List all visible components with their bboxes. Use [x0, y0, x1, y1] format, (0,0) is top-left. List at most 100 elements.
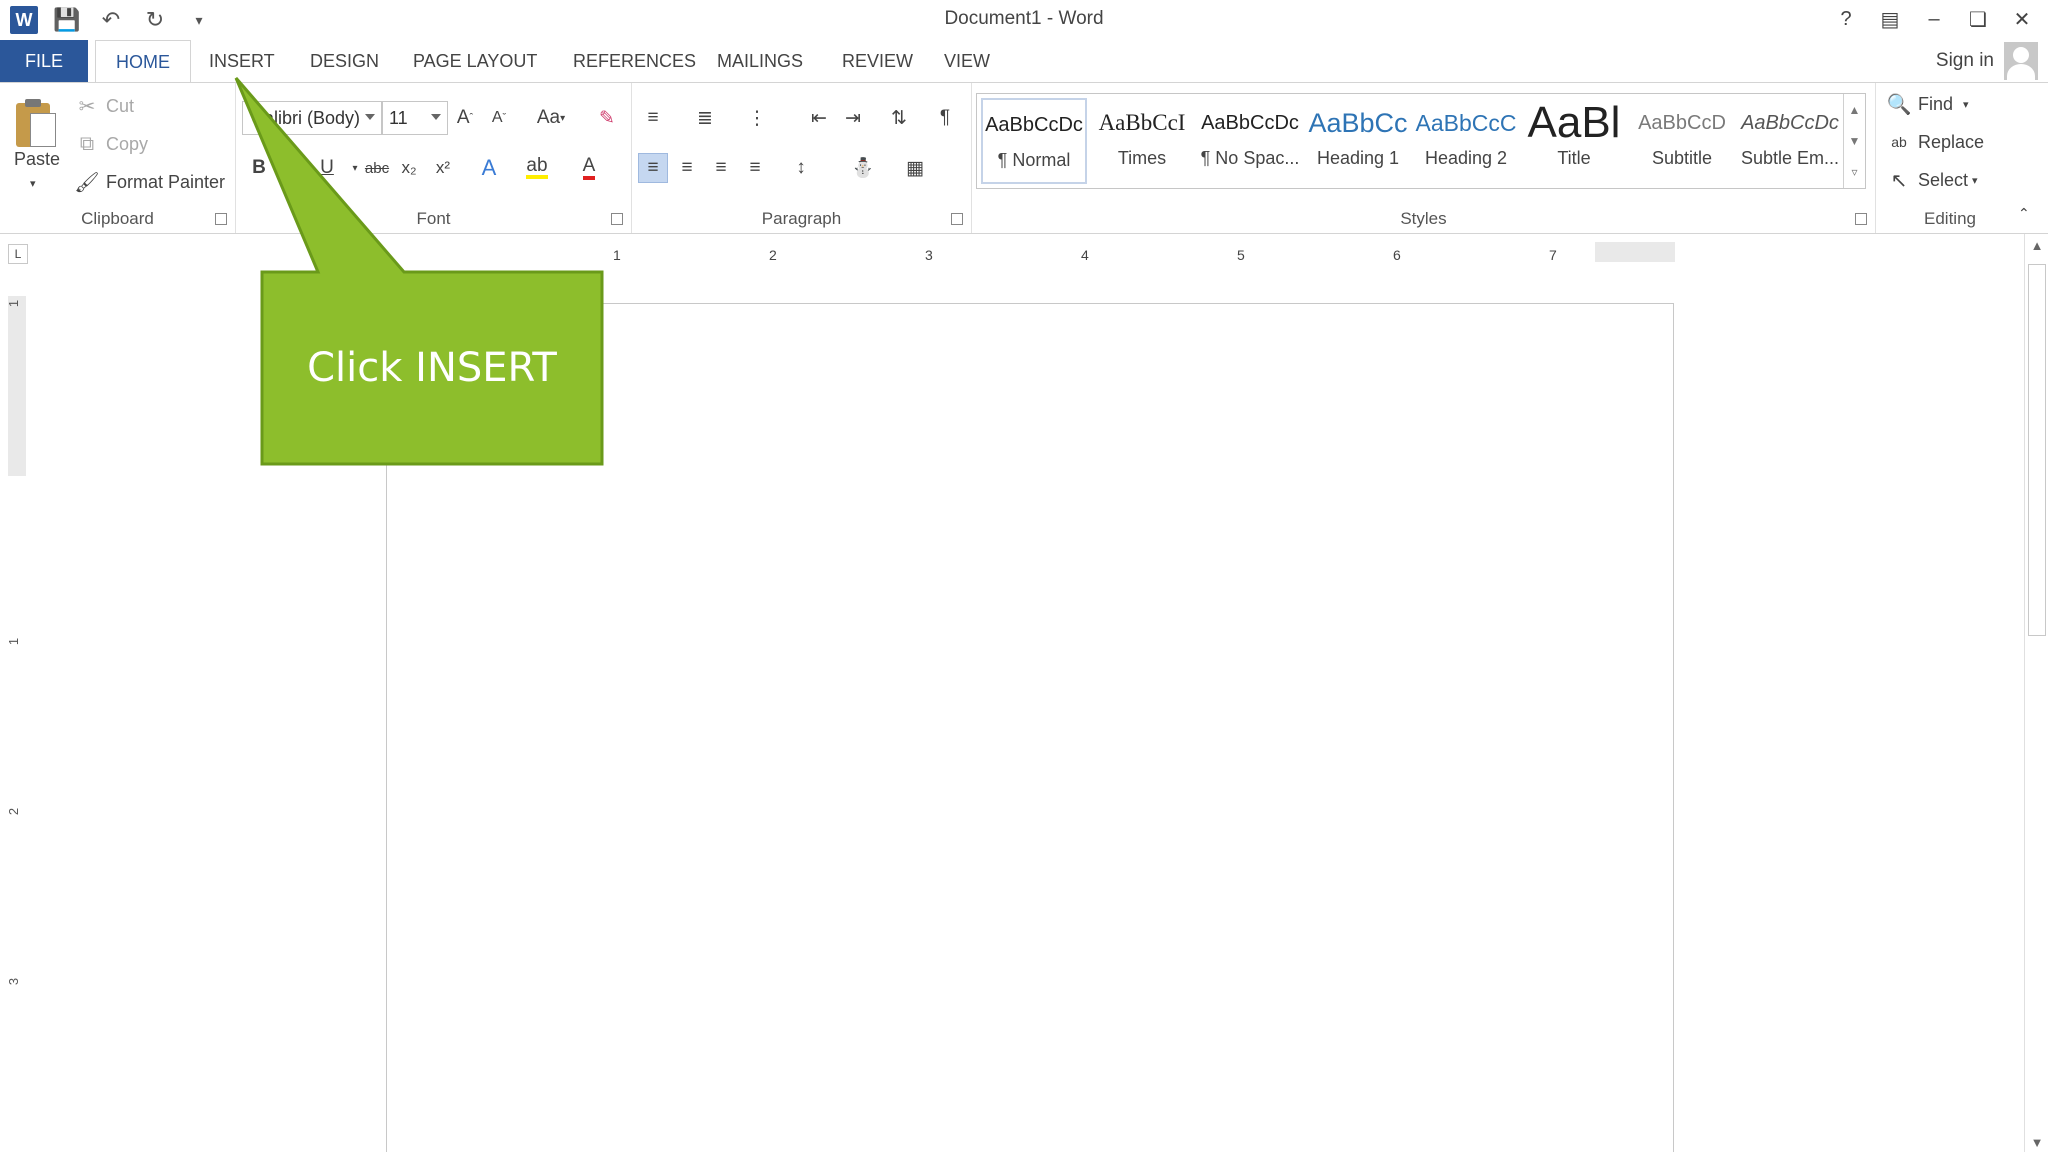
restore-icon[interactable]: ❏	[1960, 4, 1996, 34]
vertical-ruler[interactable]: 1 1 2 3	[6, 296, 26, 1152]
justify-icon[interactable]: ≡	[740, 153, 770, 183]
font-group-label: Font	[416, 209, 451, 228]
find-button[interactable]: 🔍 Find ▾	[1886, 91, 1969, 117]
align-left-icon[interactable]: ≡	[638, 153, 668, 183]
cursor-icon: ↖	[1890, 169, 1908, 192]
vertical-scrollbar[interactable]: ▲ ▼	[2024, 234, 2048, 1152]
line-spacing-icon[interactable]: ↕	[786, 153, 816, 183]
strikethrough-button[interactable]: abc	[362, 153, 392, 183]
tab-home[interactable]: HOME	[95, 40, 191, 83]
bullets-icon[interactable]: ≡	[638, 103, 668, 133]
style-title[interactable]: AaBl Title	[1521, 98, 1627, 184]
format-painter-label: Format Painter	[106, 171, 226, 192]
styles-launcher-icon[interactable]	[1855, 213, 1867, 225]
font-name-input[interactable]: Calibri (Body)	[242, 101, 382, 135]
clipboard-launcher-icon[interactable]	[215, 213, 227, 225]
tab-design[interactable]: DESIGN	[290, 40, 399, 82]
borders-icon[interactable]: ▦	[900, 153, 930, 183]
ribbon: Paste ▾ ✂ Cut ⧉ Copy 🖌 Format Painter Clipb…	[0, 82, 2048, 234]
tab-review[interactable]: REVIEW	[822, 40, 933, 82]
copy-button[interactable]: ⧉ Copy	[74, 131, 148, 157]
change-case-label: Aa	[536, 107, 561, 128]
format-painter-button[interactable]: 🖌 Format Painter	[74, 169, 225, 195]
ruler-mark: 6	[1393, 247, 1401, 263]
paste-dropdown-icon[interactable]: ▾	[30, 177, 36, 190]
style-sample: AaBbCc	[1308, 107, 1408, 138]
font-size-input[interactable]: 11	[382, 101, 448, 135]
ruler-mark: 5	[1237, 247, 1245, 263]
paragraph-launcher-icon[interactable]	[951, 213, 963, 225]
highlight-color-icon[interactable]: ab	[522, 153, 552, 183]
avatar[interactable]	[2004, 42, 2038, 80]
scroll-up-icon[interactable]: ▲	[1849, 103, 1861, 117]
minimize-icon[interactable]: –	[1916, 4, 1952, 34]
text-effects-icon[interactable]: A	[474, 153, 504, 183]
shrink-font-button[interactable]: Aˇ	[484, 103, 514, 133]
tab-file[interactable]: FILE	[0, 40, 88, 82]
scroll-down-arrow-icon[interactable]: ▼	[2025, 1135, 2048, 1150]
tab-references[interactable]: REFERENCES	[553, 40, 716, 82]
bold-button[interactable]: B	[244, 153, 274, 183]
font-size-value: 11	[389, 107, 408, 128]
change-case-button[interactable]: Aa ▾	[530, 103, 572, 133]
font-color-icon[interactable]: A	[574, 153, 604, 183]
clear-formatting-icon[interactable]: ✎	[592, 103, 622, 133]
style-heading-2[interactable]: AaBbCcC Heading 2	[1413, 98, 1519, 184]
replace-button[interactable]: ab Replace	[1886, 129, 1984, 155]
cut-button[interactable]: ✂ Cut	[74, 93, 134, 119]
font-launcher-icon[interactable]	[611, 213, 623, 225]
styles-group-label: Styles	[1400, 209, 1447, 228]
align-center-icon[interactable]: ≡	[672, 153, 702, 183]
sign-in[interactable]: Sign in	[1936, 40, 2038, 82]
style-subtitle[interactable]: AaBbCcD Subtitle	[1629, 98, 1735, 184]
more-styles-icon[interactable]: ▿	[1851, 165, 1857, 179]
superscript-button[interactable]: x²	[428, 153, 458, 183]
paste-icon[interactable]	[16, 97, 60, 149]
multilevel-list-icon[interactable]: ⋮	[742, 103, 772, 133]
tab-page-layout[interactable]: PAGE LAYOUT	[393, 40, 557, 82]
increase-indent-icon[interactable]: ⇥	[838, 103, 868, 133]
tab-view[interactable]: VIEW	[924, 40, 1010, 82]
find-label: Find	[1918, 93, 1954, 114]
style-name: Heading 1	[1316, 148, 1400, 168]
numbering-icon[interactable]: ≣	[690, 103, 720, 133]
underline-button[interactable]: U	[312, 153, 342, 183]
shading-icon[interactable]: ⛄	[848, 153, 878, 183]
style-subtle-emphasis[interactable]: AaBbCcDc Subtle Em...	[1737, 98, 1843, 184]
ribbon-display-icon[interactable]: ▤	[1872, 4, 1908, 34]
ruler-mark: 7	[1549, 247, 1557, 263]
scroll-down-icon[interactable]: ▼	[1849, 134, 1861, 148]
styles-gallery-scroll[interactable]: ▲ ▼ ▿	[1843, 94, 1865, 188]
select-button[interactable]: ↖ Select ▾	[1886, 167, 1978, 193]
scrollbar-thumb[interactable]	[2028, 264, 2046, 636]
style-heading-1[interactable]: AaBbCc Heading 1	[1305, 98, 1411, 184]
decrease-indent-icon[interactable]: ⇤	[804, 103, 834, 133]
collapse-ribbon-icon[interactable]: ⌃	[2018, 205, 2030, 222]
close-icon[interactable]: ✕	[2004, 4, 2040, 34]
align-right-icon[interactable]: ≡	[706, 153, 736, 183]
scroll-up-arrow-icon[interactable]: ▲	[2025, 238, 2048, 253]
tab-insert[interactable]: INSERT	[189, 40, 295, 82]
style-no-spacing[interactable]: AaBbCcDc ¶ No Spac...	[1197, 98, 1303, 184]
italic-button[interactable]: I	[278, 153, 308, 183]
style-times[interactable]: AaBbCcI Times	[1089, 98, 1195, 184]
show-formatting-icon[interactable]: ¶	[930, 103, 960, 133]
sort-icon[interactable]: ⇅	[884, 103, 914, 133]
select-label: Select	[1918, 169, 1969, 190]
ruler-mark: 4	[1081, 247, 1089, 263]
grow-font-button[interactable]: Aˆ	[450, 103, 480, 133]
ruler-mark: 2	[6, 807, 22, 816]
paste-button[interactable]: Paste	[14, 149, 60, 170]
copy-label: Copy	[106, 133, 149, 154]
cut-label: Cut	[106, 95, 135, 116]
sign-in-label[interactable]: Sign in	[1936, 50, 1994, 72]
subscript-button[interactable]: x₂	[394, 153, 424, 183]
style-sample: AaBbCcI	[1098, 110, 1186, 135]
style-name: Title	[1557, 148, 1591, 168]
style-normal[interactable]: AaBbCcDc ¶ Normal	[981, 98, 1087, 184]
help-icon[interactable]: ?	[1828, 4, 1864, 34]
ruler-mark: 2	[769, 247, 777, 263]
tab-mailings[interactable]: MAILINGS	[697, 40, 823, 82]
horizontal-ruler[interactable]: 1 2 3 4 5 6 7	[385, 242, 1675, 263]
tab-selector[interactable]: L	[8, 244, 28, 264]
